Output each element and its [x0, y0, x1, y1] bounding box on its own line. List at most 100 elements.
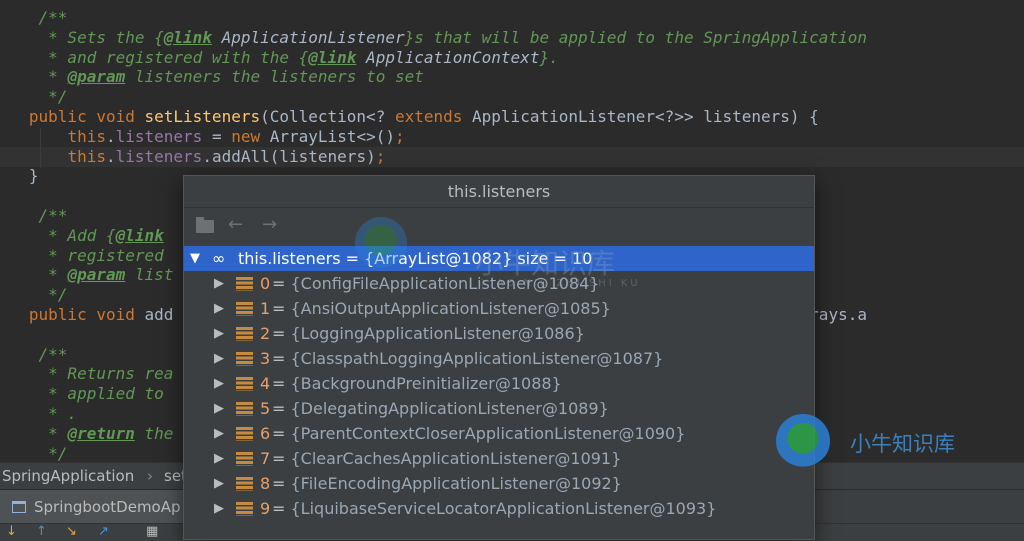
field-icon	[236, 402, 253, 416]
element-index: 9	[260, 499, 271, 518]
code-line[interactable]: }	[0, 166, 39, 186]
element-index: 8	[260, 474, 271, 493]
tree-row[interactable]: ▶ 6 = {ParentContextCloserApplicationList…	[184, 421, 814, 446]
code-token: /**	[0, 206, 68, 225]
element-value: {LiquibaseServiceLocatorApplicationListe…	[290, 499, 717, 518]
tree-row[interactable]: ▶ 7 = {ClearCachesApplicationListener@109…	[184, 446, 814, 471]
element-value: {BackgroundPreinitializer@1088}	[290, 374, 562, 393]
code-token: */	[0, 443, 68, 462]
collapsed-arrow-icon[interactable]: ▶	[214, 421, 224, 446]
element-index: 4	[260, 374, 271, 393]
collapsed-arrow-icon[interactable]: ▶	[214, 296, 224, 321]
tree-row[interactable]: ▶ 9 = {LiquibaseServiceLocatorApplication…	[184, 496, 814, 521]
tree-row[interactable]: ▶ 2 = {LoggingApplicationListener@1086}	[184, 321, 814, 346]
tree-row-root[interactable]: ▼ ∞ this.listeners = {ArrayList@1082} si…	[184, 246, 814, 271]
force-step-into-icon[interactable]: ↘	[66, 525, 77, 539]
code-token: ;	[375, 146, 386, 166]
code-line[interactable]: * .	[0, 404, 77, 424]
element-index: 3	[260, 349, 271, 368]
code-line[interactable]: * @param listeners the listeners to set	[0, 67, 424, 87]
code-line[interactable]: public void setListeners(Collection<? ex…	[0, 107, 819, 127]
code-token: }s that will be applied to the SpringApp…	[404, 27, 867, 47]
code-token: @link	[115, 225, 164, 245]
code-token: new	[231, 126, 261, 146]
code-line[interactable]: * Sets the {@link ApplicationListener}s …	[0, 28, 867, 48]
tree-row[interactable]: ▶ 5 = {DelegatingApplicationListener@1089…	[184, 396, 814, 421]
element-equals: =	[272, 349, 291, 368]
run-config-tab[interactable]: SpringbootDemoAp	[0, 490, 189, 524]
element-equals: =	[272, 499, 291, 518]
window-icon	[12, 501, 26, 513]
collapsed-arrow-icon[interactable]: ▶	[214, 496, 224, 521]
collapsed-arrow-icon[interactable]: ▶	[214, 346, 224, 371]
code-token: /**	[0, 8, 68, 27]
forward-arrow-icon[interactable]: →	[262, 214, 277, 236]
code-token: .	[105, 126, 116, 146]
collapsed-arrow-icon[interactable]: ▶	[214, 446, 224, 471]
back-arrow-icon[interactable]: ←	[228, 214, 243, 236]
code-token: *	[0, 423, 68, 443]
code-token: listeners	[115, 146, 203, 166]
code-line[interactable]: */	[0, 285, 67, 305]
code-line[interactable]: * and registered with the {@link Applica…	[0, 48, 559, 68]
code-token: listeners the listeners to set	[125, 67, 424, 87]
code-token: */	[0, 285, 68, 305]
code-token: * registered	[0, 245, 164, 265]
code-token: * and registered with the {	[0, 47, 309, 67]
code-token: /**	[0, 344, 68, 364]
code-token: }	[0, 166, 39, 186]
element-equals: =	[272, 474, 291, 493]
field-icon	[236, 327, 253, 341]
code-line[interactable]: /**	[0, 344, 68, 365]
code-token: *	[0, 265, 68, 285]
code-line[interactable]: * @return the	[0, 424, 173, 444]
code-token: public void	[0, 107, 145, 126]
code-token: the	[134, 423, 174, 443]
code-line[interactable]: /**	[0, 8, 68, 28]
code-line[interactable]: this.listeners.addAll(listeners);	[0, 146, 1024, 167]
element-value: {ClasspathLoggingApplicationListener@108…	[290, 349, 664, 368]
code-token: * .	[0, 404, 78, 423]
step-into-icon[interactable]: ↑	[36, 525, 47, 539]
element-value: {DelegatingApplicationListener@1089}	[290, 399, 609, 418]
collapsed-arrow-icon[interactable]: ▶	[214, 371, 224, 396]
element-value: {FileEncodingApplicationListener@1092}	[290, 474, 622, 493]
code-token: =	[202, 126, 232, 146]
element-equals: =	[272, 399, 291, 418]
variable-tree: ▼ ∞ this.listeners = {ArrayList@1082} si…	[184, 246, 814, 521]
tree-row[interactable]: ▶ 4 = {BackgroundPreinitializer@1088}	[184, 371, 814, 396]
step-out-icon[interactable]: ↗	[98, 525, 109, 539]
element-value: {ParentContextCloserApplicationListener@…	[290, 424, 686, 443]
inspect-popup: this.listeners ← → ▼ ∞ this.listeners = …	[183, 175, 815, 540]
field-icon	[236, 427, 253, 441]
code-line[interactable]: */	[0, 444, 67, 462]
field-icon	[236, 302, 253, 316]
element-value: {ConfigFileApplicationListener@1084}	[290, 274, 600, 293]
code-line[interactable]: /**	[0, 206, 68, 226]
code-line[interactable]: * registered	[0, 246, 164, 266]
breadcrumb-class[interactable]: SpringApplication	[2, 463, 134, 489]
evaluate-icon[interactable]: ▦	[146, 525, 158, 539]
field-icon	[236, 277, 253, 291]
popup-toolbar: ← →	[184, 208, 814, 244]
tree-row[interactable]: ▶ 1 = {AnsiOutputApplicationListener@1085…	[184, 296, 814, 321]
code-line[interactable]: this.listeners = new ArrayList<>();	[0, 126, 404, 147]
code-token: @param	[67, 67, 126, 87]
code-token: this	[67, 126, 106, 146]
expanded-arrow-icon[interactable]: ▼	[190, 246, 200, 271]
tree-row[interactable]: ▶ 8 = {FileEncodingApplicationListener@10…	[184, 471, 814, 496]
code-token: ApplicationListener<?>> listeners) {	[462, 107, 819, 126]
collapsed-arrow-icon[interactable]: ▶	[214, 321, 224, 346]
code-line[interactable]: * @param list	[0, 265, 173, 285]
code-line[interactable]: */	[0, 87, 67, 107]
step-over-icon[interactable]: ↓	[6, 525, 17, 539]
tree-row[interactable]: ▶ 0 = {ConfigFileApplicationListener@1084…	[184, 271, 814, 296]
collapsed-arrow-icon[interactable]: ▶	[214, 471, 224, 496]
collapsed-arrow-icon[interactable]: ▶	[214, 271, 224, 296]
field-icon	[236, 452, 253, 466]
folder-icon[interactable]	[196, 217, 214, 233]
tree-row[interactable]: ▶ 3 = {ClasspathLoggingApplicationListene…	[184, 346, 814, 371]
code-token: setListeners	[144, 107, 261, 126]
collapsed-arrow-icon[interactable]: ▶	[214, 396, 224, 421]
